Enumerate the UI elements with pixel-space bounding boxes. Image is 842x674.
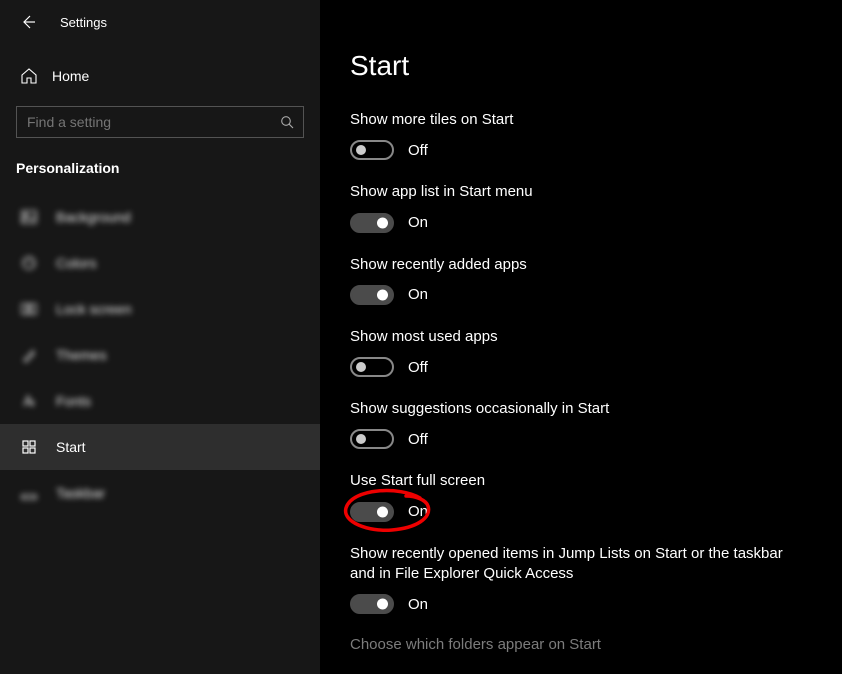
- setting-jump-lists: Show recently opened items in Jump Lists…: [350, 544, 812, 615]
- nav-list: Background Colors Lock screen Themes Fonts St…: [0, 194, 320, 516]
- sidebar-item-label: Lock screen: [56, 301, 131, 317]
- home-icon: [20, 67, 38, 85]
- home-label: Home: [52, 68, 89, 84]
- toggle-jump-lists[interactable]: [350, 594, 394, 614]
- sidebar-item-label: Themes: [56, 347, 107, 363]
- toggle-more-tiles[interactable]: [350, 140, 394, 160]
- setting-suggestions: Show suggestions occasionally in Start Of…: [350, 399, 812, 449]
- category-heading: Personalization: [0, 138, 320, 184]
- settings-list: Show more tiles on Start Off Show app list…: [350, 110, 812, 614]
- colors-icon: [20, 255, 38, 271]
- sidebar-item-label: Fonts: [56, 393, 91, 409]
- start-icon: [20, 439, 38, 455]
- setting-recently-added: Show recently added apps On: [350, 255, 812, 305]
- setting-label: Use Start full screen: [350, 471, 810, 491]
- page-title: Start: [350, 50, 812, 82]
- settings-main: Start Show more tiles on Start Off Show ap…: [320, 0, 842, 674]
- themes-icon: [20, 347, 38, 363]
- toggle-state: On: [408, 286, 428, 303]
- sidebar-item-label: Colors: [56, 255, 96, 271]
- taskbar-icon: [20, 485, 38, 501]
- search-icon: [280, 115, 294, 129]
- toggle-row: On: [350, 213, 812, 233]
- setting-more-tiles: Show more tiles on Start Off: [350, 110, 812, 160]
- toggle-row: Off: [350, 357, 812, 377]
- setting-label: Show most used apps: [350, 327, 810, 347]
- toggle-full-screen[interactable]: [350, 502, 394, 522]
- sidebar-item-label: Background: [56, 209, 131, 225]
- toggle-state: On: [408, 503, 428, 520]
- search-area: [0, 98, 320, 138]
- toggle-state: Off: [408, 142, 428, 159]
- background-icon: [20, 209, 38, 225]
- sidebar-item-start[interactable]: Start: [0, 424, 320, 470]
- setting-label: Show suggestions occasionally in Start: [350, 399, 810, 419]
- sidebar-item-fonts[interactable]: Fonts: [0, 378, 320, 424]
- toggle-state: Off: [408, 431, 428, 448]
- toggle-state: Off: [408, 359, 428, 376]
- sidebar-item-lock-screen[interactable]: Lock screen: [0, 286, 320, 332]
- choose-folders-link[interactable]: Choose which folders appear on Start: [350, 636, 812, 653]
- toggle-state: On: [408, 214, 428, 231]
- setting-app-list: Show app list in Start menu On: [350, 182, 812, 232]
- toggle-row: On: [350, 285, 812, 305]
- setting-label: Show recently opened items in Jump Lists…: [350, 544, 810, 585]
- toggle-row: Off: [350, 429, 812, 449]
- toggle-most-used[interactable]: [350, 357, 394, 377]
- setting-label: Show app list in Start menu: [350, 182, 810, 202]
- search-input[interactable]: [16, 106, 304, 138]
- home-nav[interactable]: Home: [0, 54, 320, 98]
- sidebar-item-colors[interactable]: Colors: [0, 240, 320, 286]
- window-title: Settings: [60, 15, 107, 30]
- back-arrow-icon: [20, 14, 36, 30]
- fonts-icon: [20, 393, 38, 409]
- toggle-recently-added[interactable]: [350, 285, 394, 305]
- toggle-app-list[interactable]: [350, 213, 394, 233]
- sidebar-item-background[interactable]: Background: [0, 194, 320, 240]
- sidebar-item-label: Start: [56, 439, 86, 455]
- settings-sidebar: Settings Home Personalization Background…: [0, 0, 320, 674]
- sidebar-item-label: Taskbar: [56, 485, 105, 501]
- setting-most-used: Show most used apps Off: [350, 327, 812, 377]
- toggle-row: Off: [350, 140, 812, 160]
- toggle-state: On: [408, 596, 428, 613]
- sidebar-item-taskbar[interactable]: Taskbar: [0, 470, 320, 516]
- toggle-row: On: [350, 502, 812, 522]
- sidebar-header: Settings: [0, 0, 320, 44]
- toggle-row: On: [350, 594, 812, 614]
- setting-full-screen: Use Start full screen On: [350, 471, 812, 521]
- toggle-suggestions[interactable]: [350, 429, 394, 449]
- setting-label: Show recently added apps: [350, 255, 810, 275]
- setting-label: Show more tiles on Start: [350, 110, 810, 130]
- lock-screen-icon: [20, 301, 38, 317]
- back-button[interactable]: [12, 6, 44, 38]
- sidebar-item-themes[interactable]: Themes: [0, 332, 320, 378]
